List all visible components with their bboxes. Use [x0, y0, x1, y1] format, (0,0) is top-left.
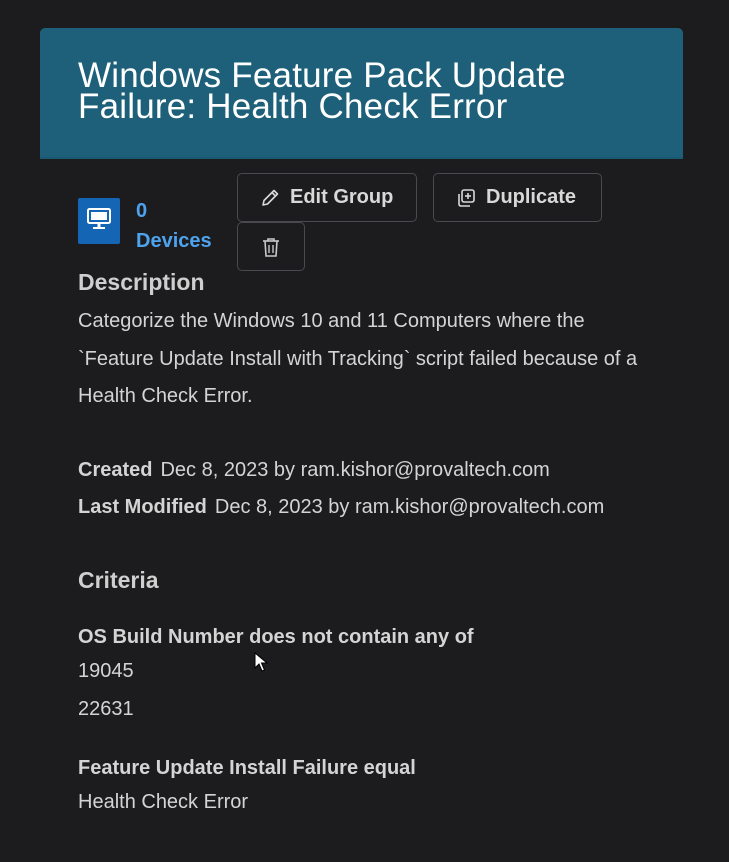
device-count: 0 [136, 200, 148, 222]
group-header: Windows Feature Pack Update Failure: Hea… [40, 28, 683, 159]
device-count-link[interactable]: 0 Devices [136, 196, 212, 256]
device-icon-box[interactable] [78, 198, 120, 244]
pencil-icon [259, 187, 281, 209]
created-value: Dec 8, 2023 by ram.kishor@provaltech.com [160, 459, 550, 481]
criteria-heading: Criteria [78, 567, 159, 593]
description-heading: Description [78, 269, 205, 295]
edit-group-label: Edit Group [290, 186, 394, 208]
device-count-label: Devices [136, 230, 212, 252]
delete-button[interactable] [237, 222, 305, 271]
duplicate-icon [455, 187, 477, 209]
created-row: Created Dec 8, 2023 by ram.kishor@provalt… [78, 459, 550, 482]
edit-group-button[interactable]: Edit Group [237, 173, 417, 222]
criteria-value: 22631 [78, 698, 134, 720]
criteria-title: OS Build Number does not contain any of [78, 626, 474, 648]
mouse-cursor-icon [254, 651, 269, 677]
page-title: Windows Feature Pack Update Failure: Hea… [78, 56, 566, 126]
criteria-title: Feature Update Install Failure equal [78, 757, 416, 779]
duplicate-label: Duplicate [486, 186, 577, 208]
criteria-value: Health Check Error [78, 791, 249, 813]
description-text: Categorize the Windows 10 and 11 Compute… [78, 310, 638, 407]
duplicate-button[interactable]: Duplicate [433, 173, 602, 222]
criteria-value: 19045 [78, 660, 134, 682]
last-modified-label: Last Modified [78, 496, 207, 518]
trash-icon [260, 236, 282, 258]
last-modified-value: Dec 8, 2023 by ram.kishor@provaltech.com [214, 496, 605, 518]
created-label: Created [78, 459, 153, 481]
monitor-icon [87, 207, 111, 235]
last-modified-row: Last Modified Dec 8, 2023 by ram.kishor@p… [78, 496, 604, 519]
